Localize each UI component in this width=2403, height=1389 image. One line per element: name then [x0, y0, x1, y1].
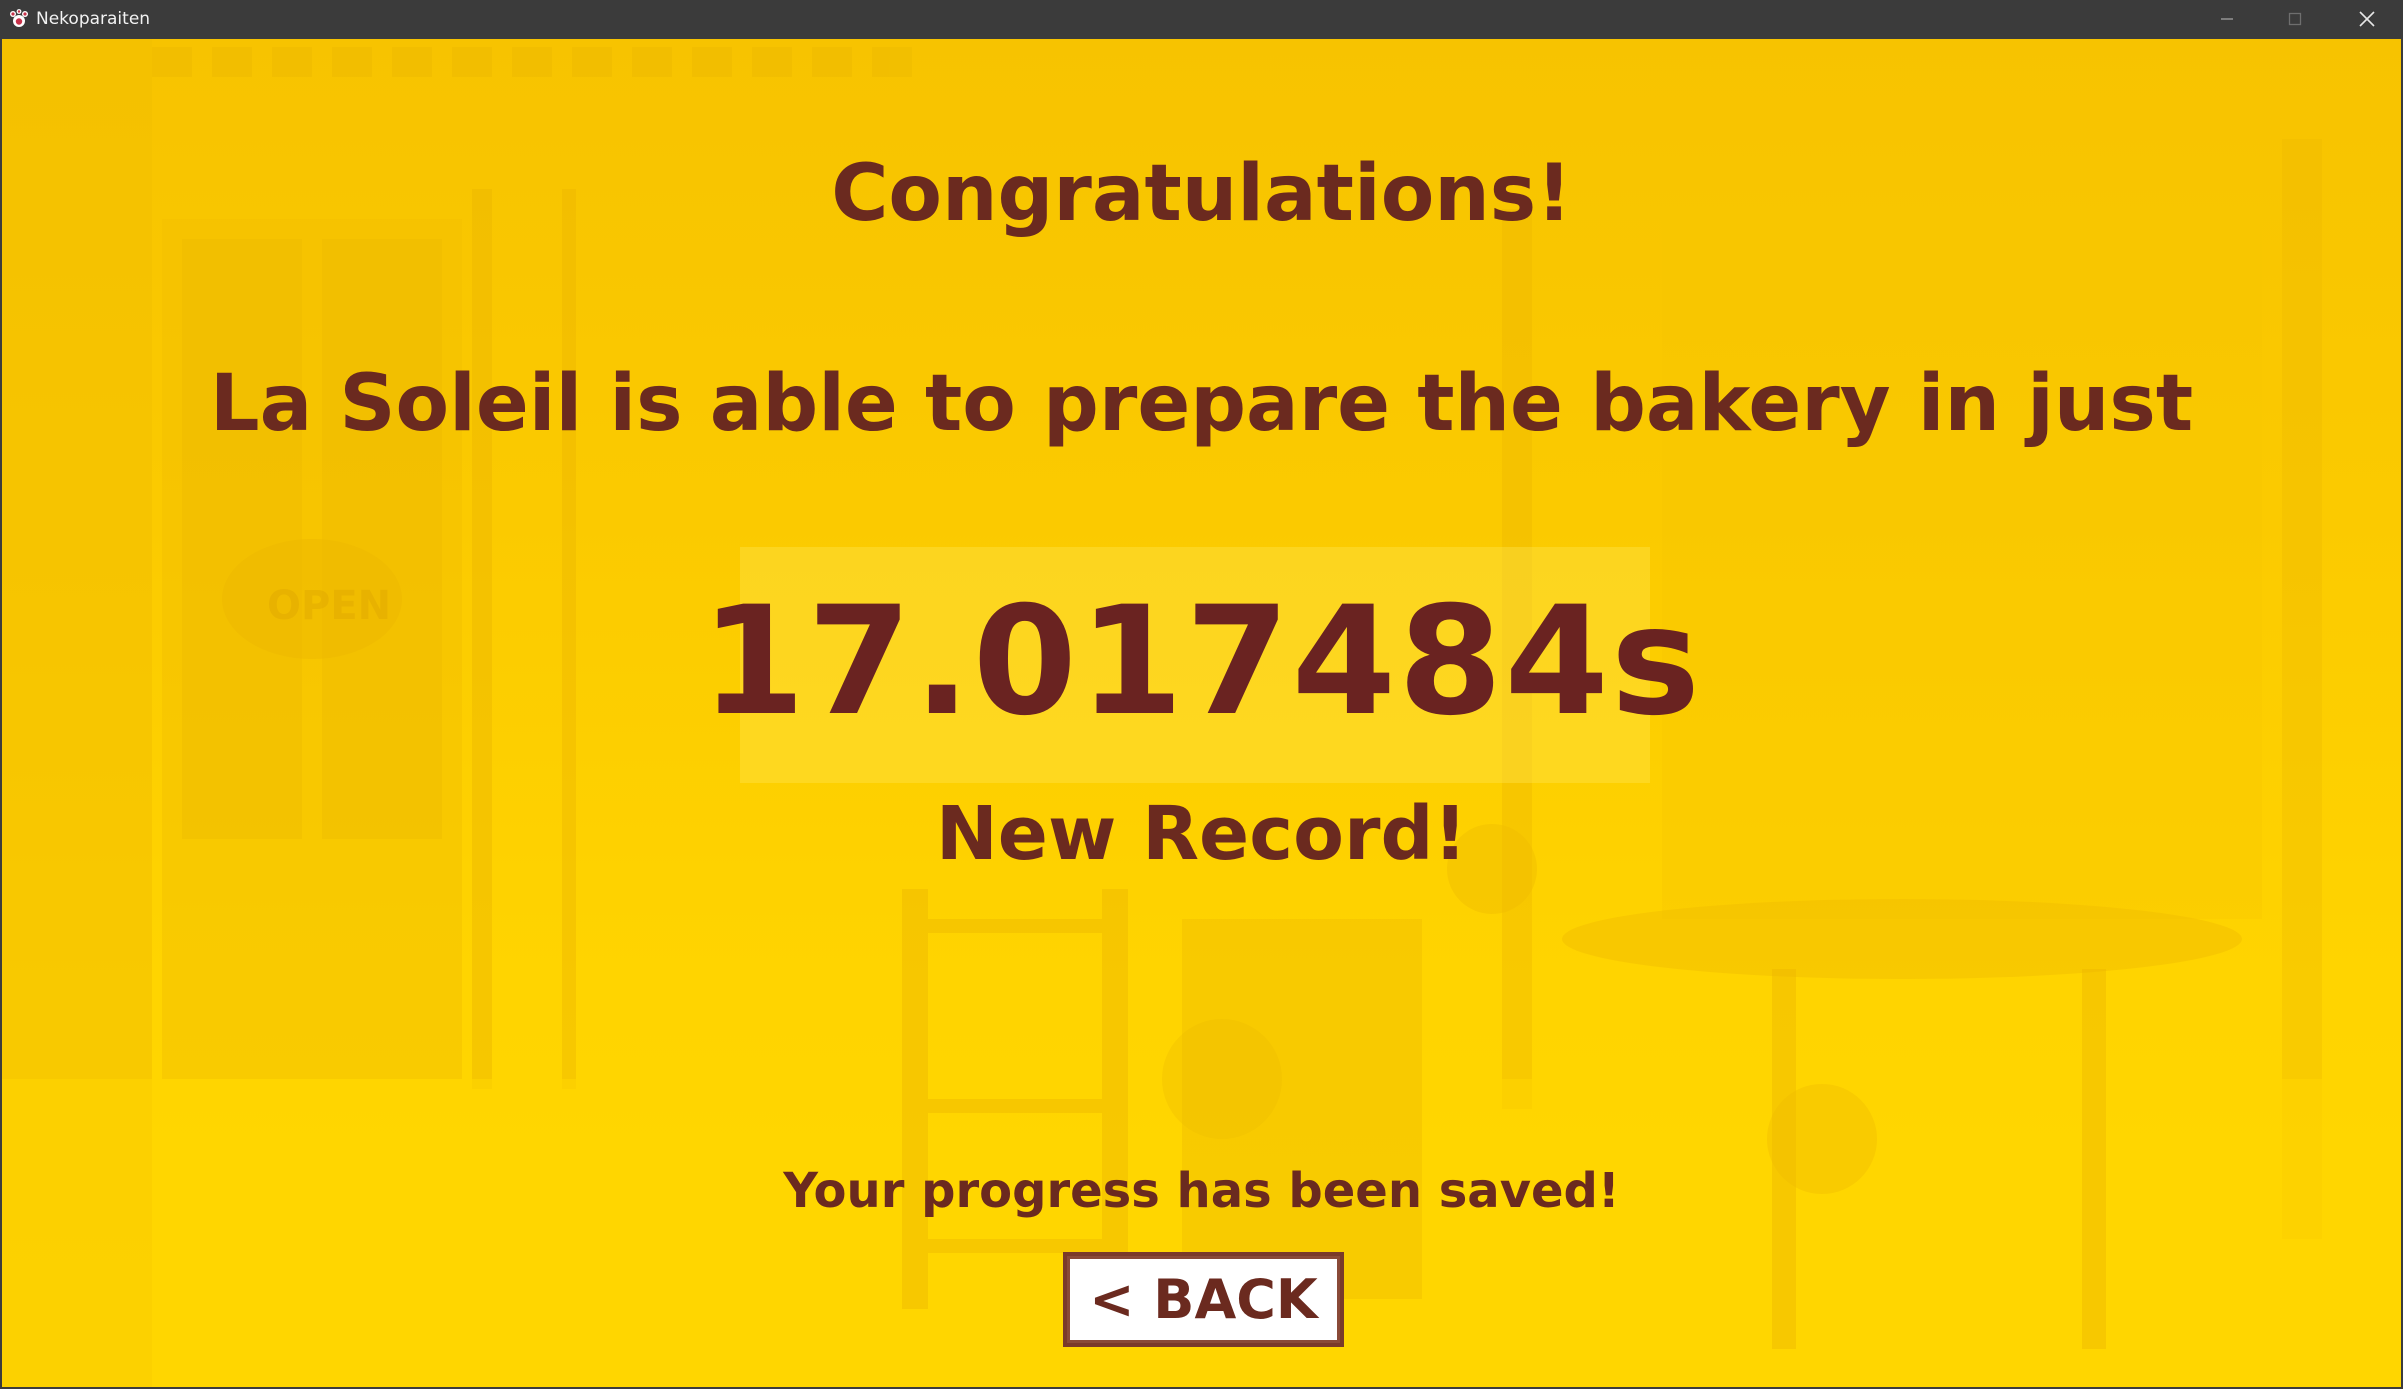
back-button-label: < BACK	[1067, 1256, 1340, 1343]
completion-time: 17.017484s	[700, 575, 1703, 749]
title-bar[interactable]: Nekoparaiten	[0, 0, 2403, 38]
new-record-label: New Record!	[935, 791, 1468, 877]
paw-icon	[10, 9, 28, 27]
congratulations-heading: Congratulations!	[831, 149, 1572, 239]
window-title: Nekoparaiten	[36, 9, 151, 29]
close-button[interactable]	[2333, 0, 2401, 38]
maximize-icon	[2288, 12, 2302, 26]
progress-saved-notice: Your progress has been saved!	[783, 1163, 1620, 1219]
back-button[interactable]: < BACK	[1063, 1252, 1344, 1347]
result-message: La Soleil is able to prepare the bakery …	[209, 359, 2194, 449]
minimize-icon	[2221, 18, 2233, 20]
game-window: Nekoparaiten OPEN Congratulations! La So…	[0, 0, 2403, 1389]
maximize-button[interactable]	[2261, 0, 2329, 38]
close-icon	[2359, 11, 2375, 27]
game-viewport: OPEN Congratulations! La Soleil is able …	[2, 39, 2401, 1387]
minimize-button[interactable]	[2193, 0, 2261, 38]
